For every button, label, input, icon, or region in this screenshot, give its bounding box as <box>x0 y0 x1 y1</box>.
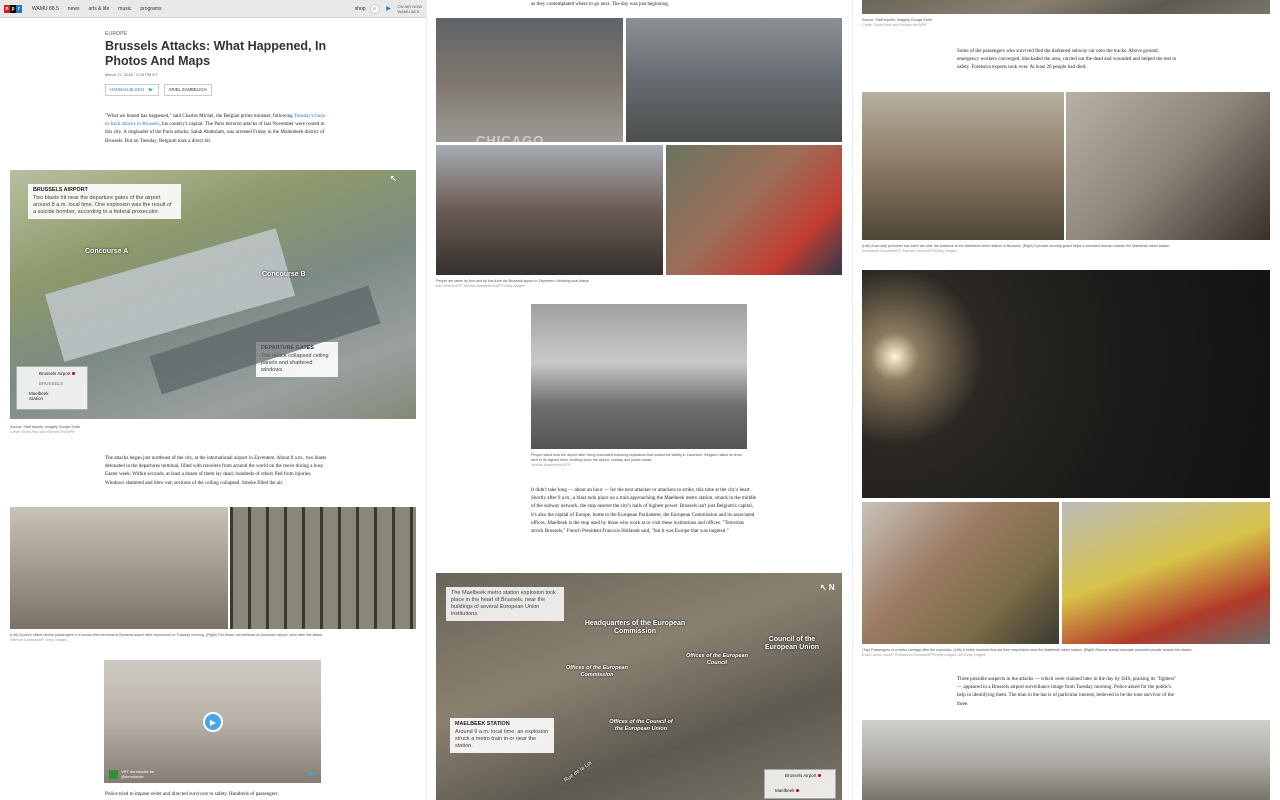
bylines: HANNAH BLOCH 🐦 ARIEL ZAMBELICH <box>105 84 212 96</box>
departure-gates-callout: DEPARTURE GATES The attack collapsed cei… <box>256 342 338 377</box>
photo-wounded-woman[interactable] <box>1066 92 1270 240</box>
shop-link[interactable]: shop <box>355 6 366 12</box>
source-avatar <box>109 769 118 779</box>
map-caption: Source: Staff reports; Imagery Google Ea… <box>10 425 81 434</box>
photo-security-perimeter[interactable] <box>862 92 1064 240</box>
photo-smoky-terminal[interactable] <box>10 507 228 629</box>
body-paragraph: Three possible suspects in the attacks —… <box>957 676 1177 707</box>
body-paragraph: It didn't take long — about an hour — fo… <box>531 487 757 535</box>
section-label[interactable]: EUROPE <box>105 31 127 37</box>
body-paragraph: as they contemplated where to go next. T… <box>531 1 670 7</box>
page-column-2: as they contemplated where to go next. T… <box>426 0 851 800</box>
north-arrow-icon: ↖ N <box>820 583 835 592</box>
concourse-b-label: Concourse B <box>262 271 306 278</box>
photo-caption: People are taken by foot and by bus from… <box>436 279 590 288</box>
body-paragraph: The attacks began just northeast of the … <box>105 455 327 486</box>
npr-logo[interactable]: n p r <box>4 4 22 13</box>
marker-icon <box>71 372 75 375</box>
nav-link-news[interactable]: news <box>68 6 80 12</box>
photo-evacuated-crowd[interactable] <box>436 145 663 275</box>
locator-minimap: Brussels Airport Maelbeek <box>764 769 836 799</box>
nav-link-music[interactable]: music <box>118 6 131 12</box>
photo-caption: (Top) Passengers in a metro carriage aft… <box>862 648 1193 657</box>
body-paragraph: Police tried to impose order and directe… <box>105 791 278 797</box>
video-source: VRT deredactie.be @deredactie <box>109 769 154 779</box>
metro-info-callout: The Maelbeek metro station explosion too… <box>446 587 564 621</box>
photo-broken-windows[interactable] <box>230 507 416 629</box>
nav-link-arts[interactable]: arts & life <box>88 6 109 12</box>
maelbeek-aerial-map: The Maelbeek metro station explosion too… <box>436 573 842 800</box>
marker-icon <box>817 774 821 777</box>
embedded-video[interactable]: ▶ VRT deredactie.be @deredactie 🐦 <box>104 660 321 783</box>
photo-caption: (Left) A security perimeter has been set… <box>862 244 1171 253</box>
map-caption: Source: Staff reports; Imagery Google Ea… <box>862 18 933 27</box>
street-label: Rue de la Loi <box>563 760 594 784</box>
photo-caption: People stand near the airport after bein… <box>531 453 743 467</box>
photo-couple-crying[interactable] <box>666 145 842 275</box>
body-paragraph: Some of the passengers who survived fled… <box>957 48 1177 71</box>
locator-minimap: Brussels Airport BRUSSELS Maelbeek Stati… <box>16 366 88 410</box>
page-column-3: Source: Staff reports; Imagery Google Ea… <box>852 0 1280 800</box>
council-eu-label: Council of the European Union <box>764 636 820 651</box>
photo-surveillance-image[interactable] <box>862 720 1270 800</box>
photo-rescue-teams[interactable] <box>1062 502 1270 644</box>
airport-aerial-map: BRUSSELS AIRPORT Two blasts hit near the… <box>10 170 416 419</box>
offices-commission-label: Offices of the European Commission <box>566 665 628 678</box>
marker-icon <box>795 789 799 792</box>
search-icon[interactable]: ⌕ <box>369 3 380 14</box>
author-byline[interactable]: ARIEL ZAMBELICH <box>163 84 212 96</box>
twitter-icon[interactable]: 🐦 <box>148 87 153 92</box>
intro-paragraph: "What we feared has happened," said Char… <box>105 113 327 144</box>
photo-people-under-bridge[interactable] <box>531 304 747 449</box>
play-video-icon[interactable]: ▶ <box>203 712 223 732</box>
north-arrow-icon: ↖ <box>390 174 397 183</box>
on-air-status: ON AIR NOW WAMU 88.5 <box>398 4 422 14</box>
offices-council-label: Offices of the European Council <box>686 653 748 666</box>
maelbeek-station-callout: MAELBEEK STATION Around 9 a.m. local tim… <box>450 718 554 753</box>
map-bottom-crop <box>862 0 1270 14</box>
photo-caption: (Left) A police officer directs passenge… <box>10 633 324 642</box>
author-byline[interactable]: HANNAH BLOCH 🐦 <box>105 84 159 96</box>
photo-metro-carriage[interactable] <box>862 270 1270 498</box>
photo-first-aid[interactable] <box>862 502 1059 644</box>
nav-link-station[interactable]: WAMU 88.5 <box>32 6 59 12</box>
article-date: March 22, 2016 · 5:25 PM ET <box>105 72 158 77</box>
photo-man-airport[interactable]: CHICAGO <box>436 18 623 142</box>
on-air-station: WAMU 88.5 <box>397 8 419 14</box>
nav-link-programs[interactable]: programs <box>140 6 161 12</box>
twitter-icon[interactable]: 🐦 <box>309 771 316 778</box>
top-nav-bar: n p r WAMU 88.5 news arts & life music p… <box>0 0 426 18</box>
nav-right: shop ⌕ ▶ ON AIR NOW WAMU 88.5 <box>355 3 422 14</box>
airport-callout: BRUSSELS AIRPORT Two blasts hit near the… <box>28 184 181 219</box>
nav-links: WAMU 88.5 news arts & life music program… <box>32 6 161 12</box>
offices-council-eu-label: Offices of the Council of the European U… <box>609 719 673 732</box>
play-icon[interactable]: ▶ <box>384 4 394 14</box>
photo-bus-passengers[interactable] <box>626 18 842 142</box>
article-title: Brussels Attacks: What Happened, In Phot… <box>105 39 327 68</box>
concourse-a-label: Concourse A <box>85 248 129 255</box>
page-column-1: n p r WAMU 88.5 news arts & life music p… <box>0 0 426 800</box>
hq-commission-label: Headquarters of the European Commission <box>584 620 686 635</box>
